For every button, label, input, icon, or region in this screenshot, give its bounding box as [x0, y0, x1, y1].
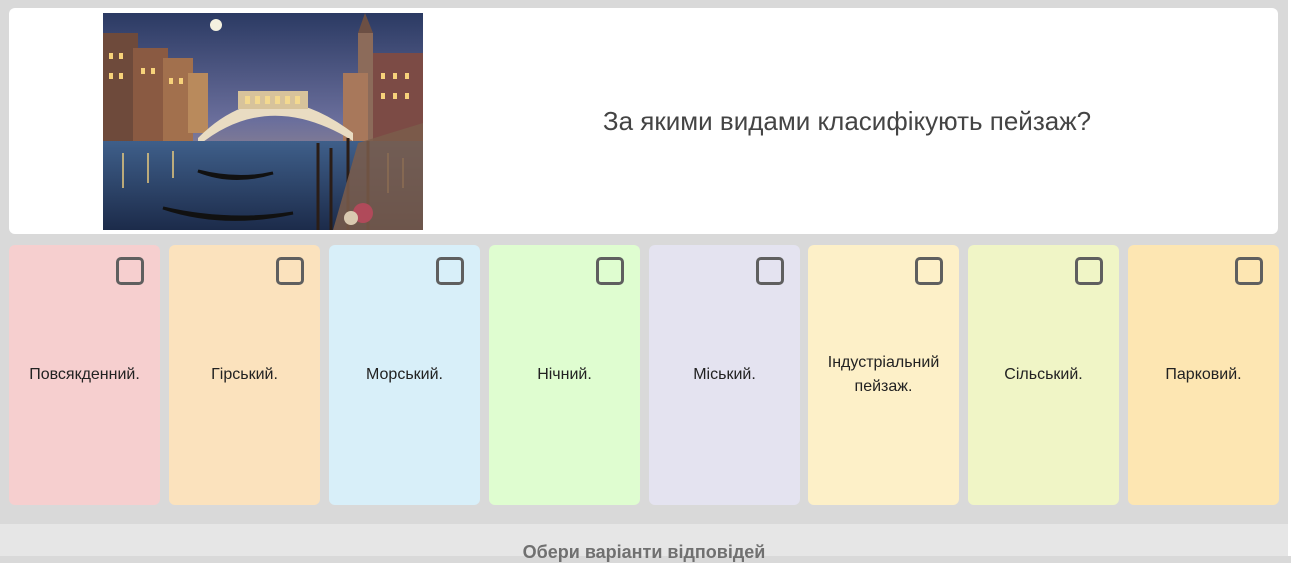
answer-option[interactable]: Морський. [329, 245, 480, 505]
answer-option[interactable]: Індустріальний пейзаж. [808, 245, 959, 505]
footer-bar: Обери варіанти відповідей [0, 524, 1288, 562]
answer-label: Сільський. [1004, 366, 1083, 383]
answer-label: Індустріальний пейзаж. [827, 354, 940, 395]
answer-label: Повсякденний. [29, 366, 140, 383]
checkbox[interactable] [756, 257, 784, 285]
checkbox[interactable] [915, 257, 943, 285]
answer-label: Гірський. [211, 366, 278, 383]
answer-option[interactable]: Нічний. [489, 245, 640, 505]
answer-option[interactable]: Парковий. [1128, 245, 1279, 505]
question-card: За якими видами класифікують пейзаж? [9, 8, 1278, 234]
answer-option[interactable]: Міський. [649, 245, 800, 505]
checkbox[interactable] [596, 257, 624, 285]
answer-label: Парковий. [1165, 366, 1242, 383]
answer-options: Повсякденний. Гірський. Морський. Нічний… [9, 245, 1279, 505]
instruction-text: Обери варіанти відповідей [522, 542, 766, 562]
checkbox[interactable] [436, 257, 464, 285]
question-image [103, 13, 423, 230]
answer-label: Морський. [366, 366, 443, 383]
answer-label: Міський. [693, 366, 756, 383]
checkbox[interactable] [276, 257, 304, 285]
checkbox[interactable] [1235, 257, 1263, 285]
answer-label: Нічний. [537, 366, 592, 383]
quiz-screen: За якими видами класифікують пейзаж? Пов… [0, 0, 1291, 562]
answer-option[interactable]: Сільський. [968, 245, 1119, 505]
checkbox[interactable] [116, 257, 144, 285]
question-text: За якими видами класифікують пейзаж? [602, 105, 1092, 136]
checkbox[interactable] [1075, 257, 1103, 285]
answer-option[interactable]: Повсякденний. [9, 245, 160, 505]
answer-option[interactable]: Гірський. [169, 245, 320, 505]
